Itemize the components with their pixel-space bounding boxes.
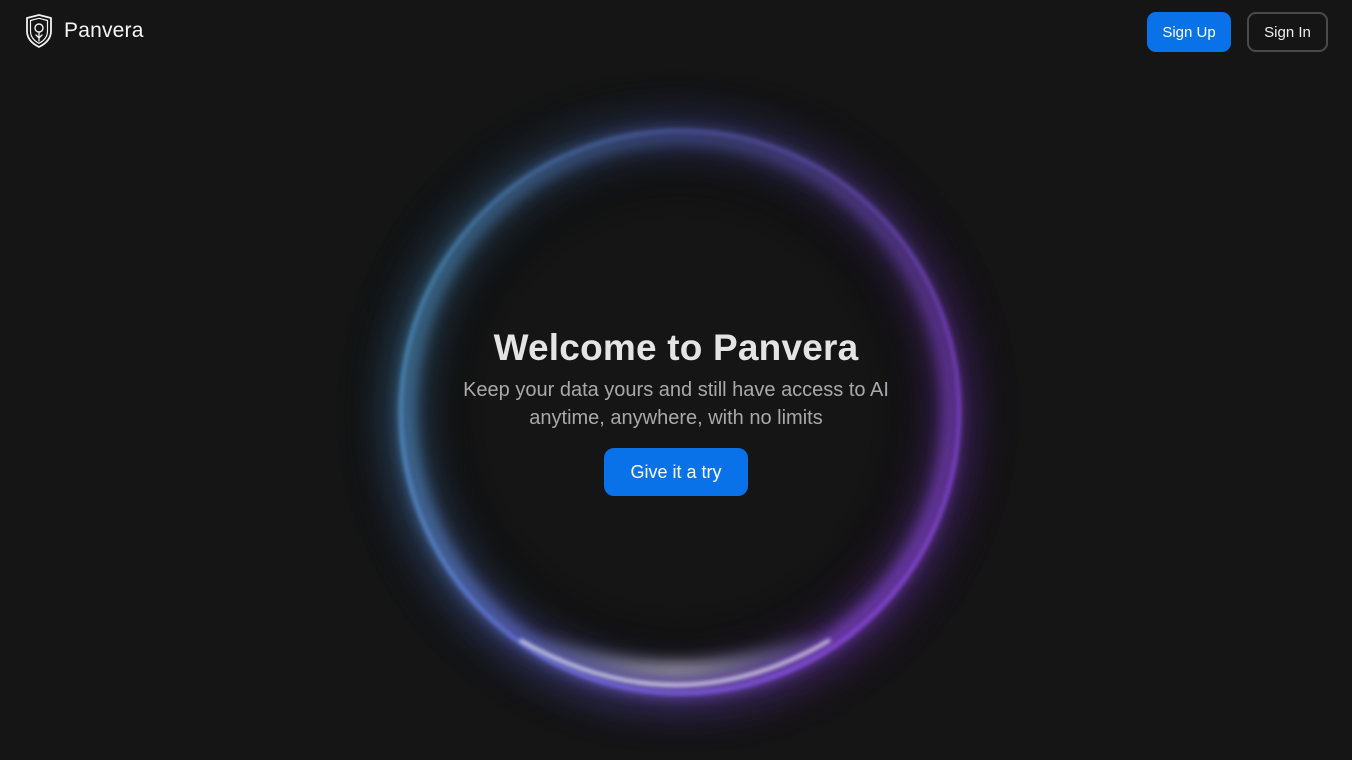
hero-subtitle: Keep your data yours and still have acce… [463, 379, 889, 429]
shield-logo-icon [26, 14, 52, 48]
landing-page: Panvera Sign Up Sign In Welcome to Panve… [0, 0, 1352, 760]
brand-home-link[interactable]: Panvera [24, 14, 144, 48]
hero-section: Welcome to Panvera Keep your data yours … [376, 326, 976, 496]
sign-in-button[interactable]: Sign In [1247, 12, 1328, 52]
give-it-a-try-button[interactable]: Give it a try [604, 448, 748, 496]
sign-up-button[interactable]: Sign Up [1147, 12, 1231, 52]
brand-name: Panvera [64, 19, 144, 42]
top-navbar: Panvera Sign Up Sign In [0, 0, 1352, 64]
hero-title: Welcome to Panvera [493, 327, 859, 368]
